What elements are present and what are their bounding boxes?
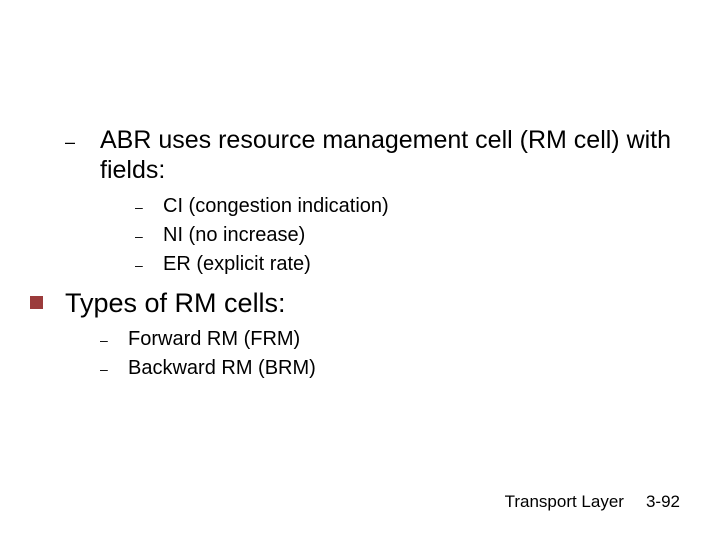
list-item: – ABR uses resource management cell (RM … — [65, 125, 680, 185]
slide-footer: Transport Layer 3-92 — [505, 492, 680, 512]
sublist-types: – Forward RM (FRM) – Backward RM (BRM) — [100, 326, 680, 382]
list-item-text: Backward RM (BRM) — [128, 355, 316, 381]
dash-bullet-icon: – — [135, 193, 163, 220]
page-number: 3-92 — [646, 492, 680, 512]
list-item-text: ABR uses resource management cell (RM ce… — [100, 125, 680, 185]
footer-label: Transport Layer — [505, 492, 624, 512]
dash-bullet-icon: – — [135, 222, 163, 249]
list-item: – NI (no increase) — [135, 222, 680, 249]
slide: – ABR uses resource management cell (RM … — [0, 0, 720, 540]
section-heading-text: Types of RM cells: — [65, 288, 286, 318]
list-item-text: ER (explicit rate) — [163, 251, 311, 277]
list-item: – CI (congestion indication) — [135, 193, 680, 220]
list-item: – Forward RM (FRM) — [100, 326, 680, 353]
section-heading: Types of RM cells: — [30, 288, 680, 318]
list-item-text: NI (no increase) — [163, 222, 305, 248]
dash-bullet-icon: – — [100, 355, 128, 382]
square-bullet-icon — [30, 288, 65, 309]
list-item-text: Forward RM (FRM) — [128, 326, 300, 352]
list-item-text: CI (congestion indication) — [163, 193, 389, 219]
dash-bullet-icon: – — [135, 251, 163, 278]
sublist-fields: – CI (congestion indication) – NI (no in… — [135, 193, 680, 278]
content-area: – ABR uses resource management cell (RM … — [65, 125, 680, 392]
list-item: – ER (explicit rate) — [135, 251, 680, 278]
list-item: – Backward RM (BRM) — [100, 355, 680, 382]
dash-bullet-icon: – — [100, 326, 128, 353]
dash-bullet-icon: – — [65, 125, 100, 157]
